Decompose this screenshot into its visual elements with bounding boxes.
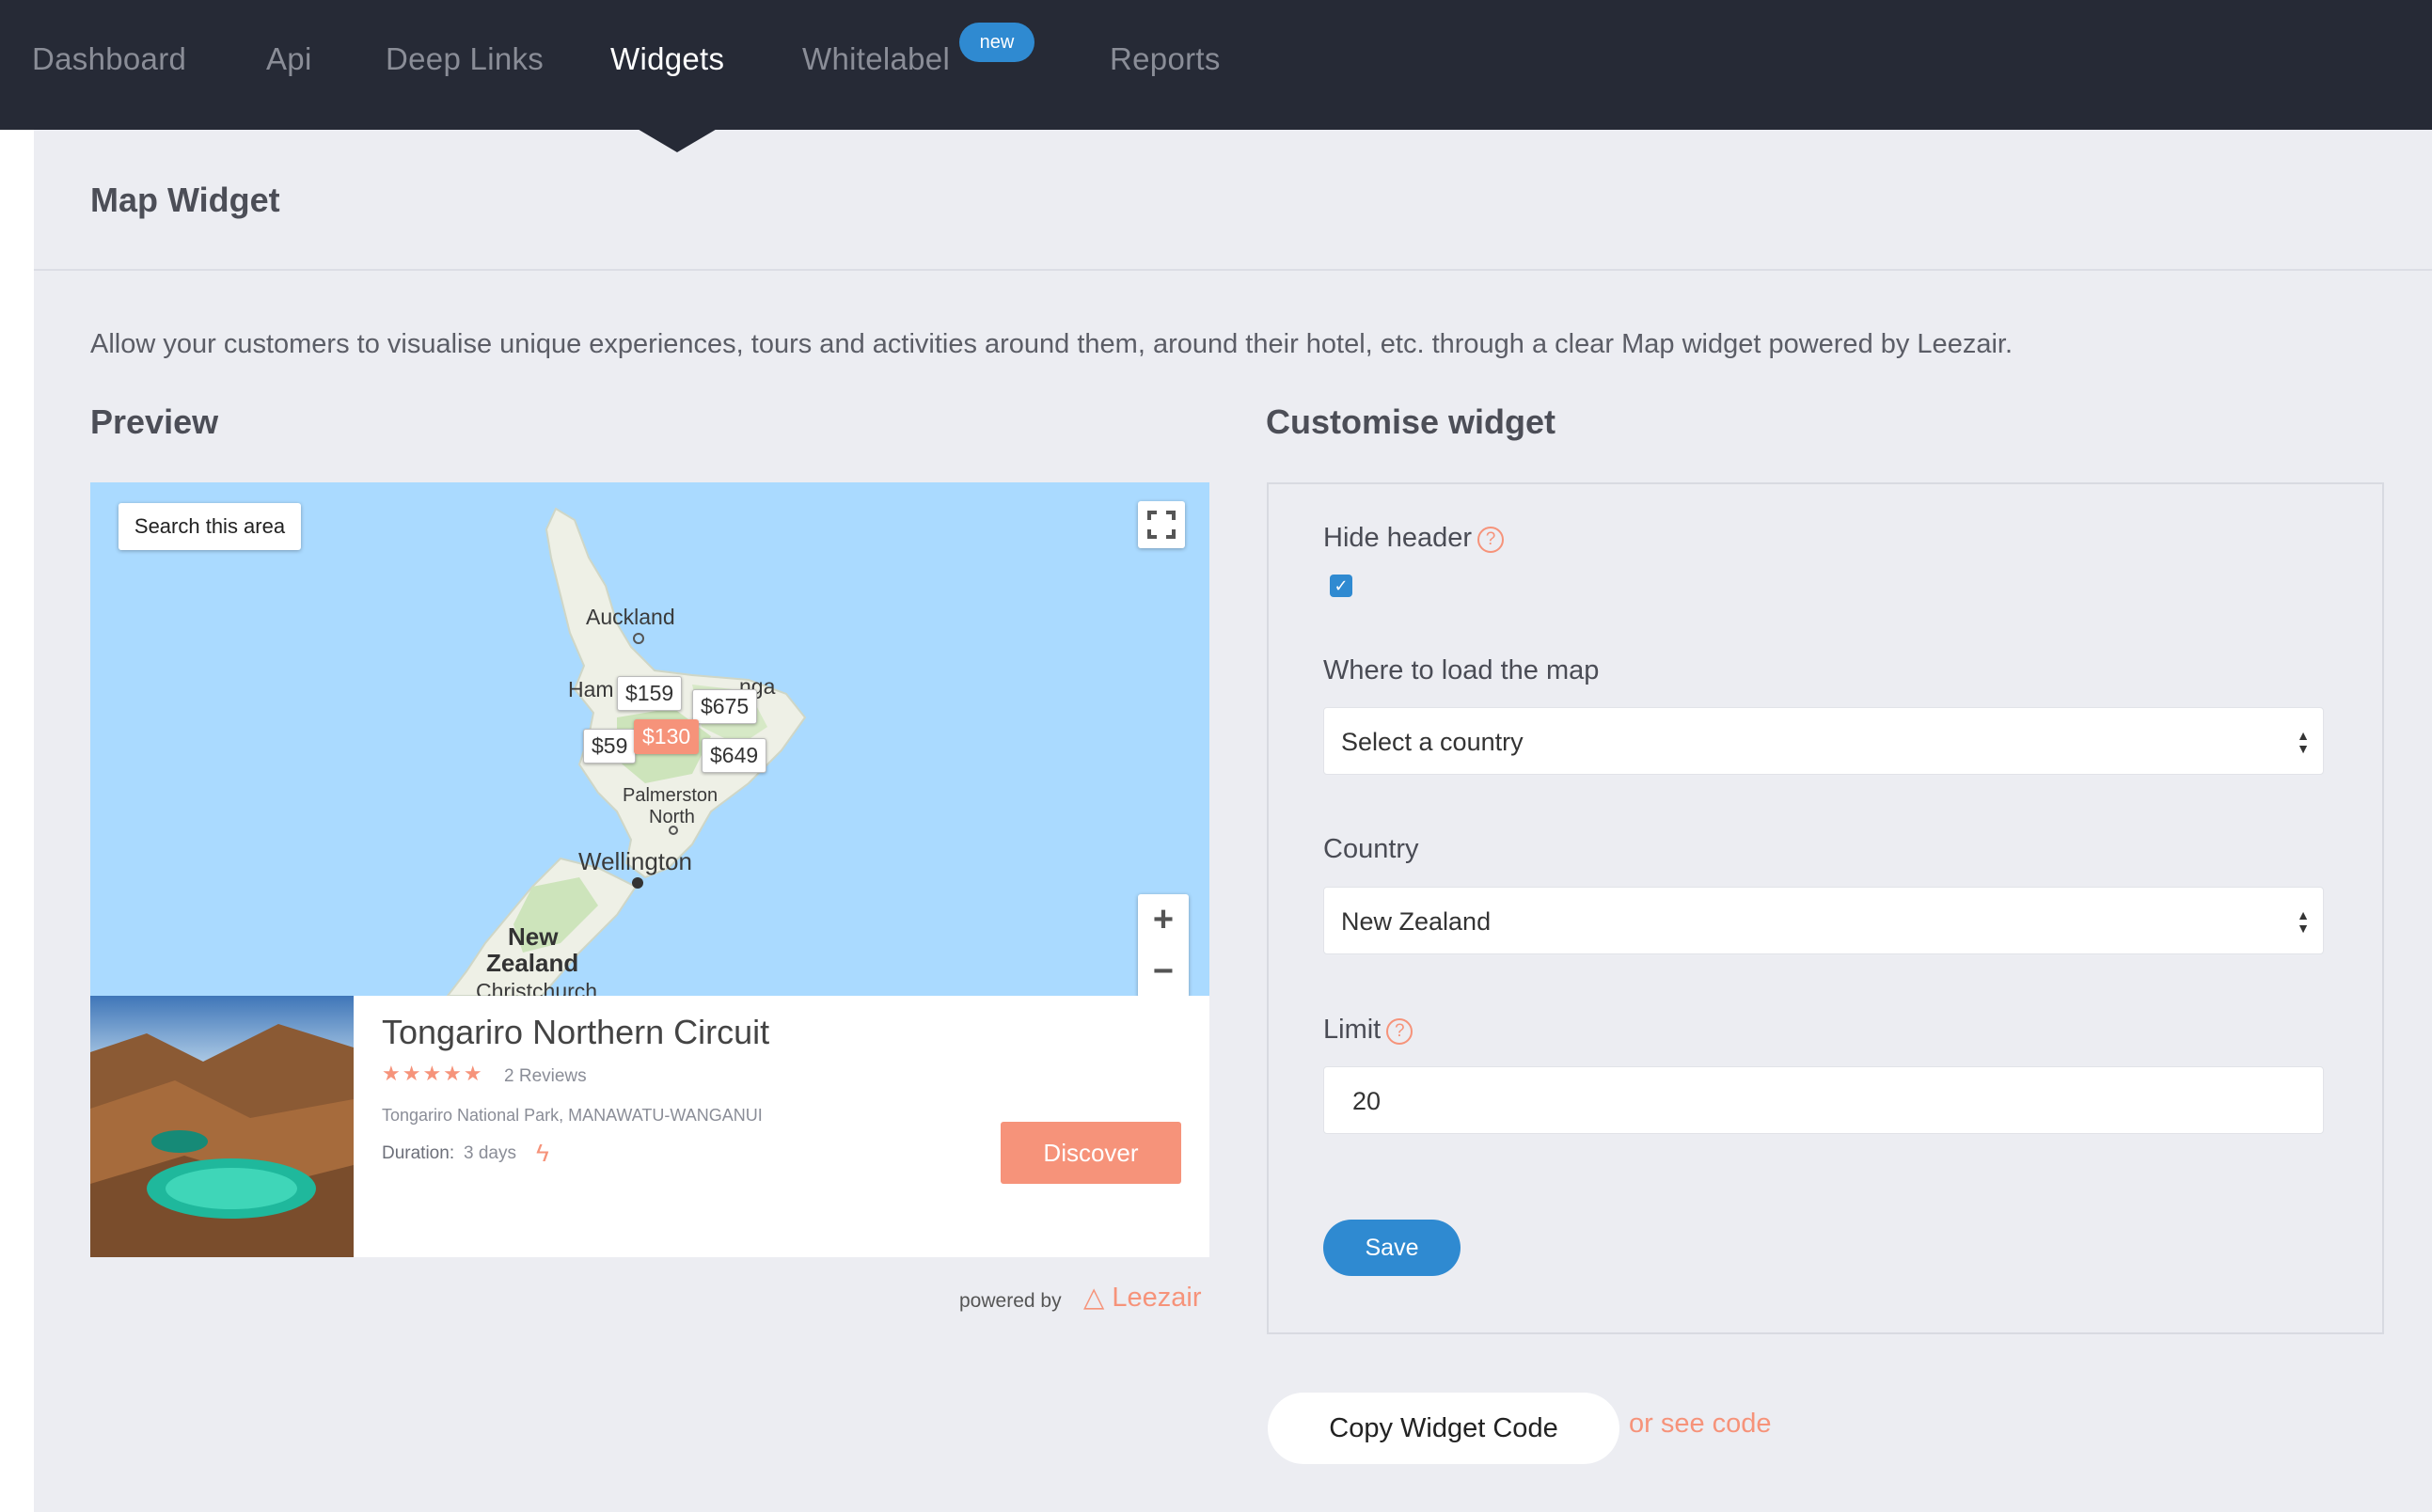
search-this-area-button[interactable]: Search this area xyxy=(118,503,301,550)
active-tab-pointer xyxy=(636,128,719,152)
select-arrows-icon: ▲ ▼ xyxy=(2297,907,2310,936)
limit-label: Limit? xyxy=(1323,1015,1413,1046)
map-city-label: Wellington xyxy=(578,847,692,875)
new-badge: new xyxy=(959,23,1034,62)
hide-header-text: Hide header xyxy=(1323,523,1472,553)
map-country-label: New xyxy=(508,922,559,951)
where-to-load-label: Where to load the map xyxy=(1323,655,1600,685)
hide-header-label: Hide header? xyxy=(1323,523,1504,554)
left-sidebar-strip xyxy=(0,130,34,1512)
save-button[interactable]: Save xyxy=(1323,1220,1461,1276)
duration-value: 3 days xyxy=(464,1143,516,1163)
leezair-logo[interactable]: △ Leezair xyxy=(1083,1281,1201,1314)
copy-widget-code-button[interactable]: Copy Widget Code xyxy=(1268,1393,1619,1464)
limit-input[interactable]: 20 xyxy=(1323,1066,2324,1134)
nav-reports[interactable]: Reports xyxy=(1110,41,1221,77)
select-arrows-icon: ▲ ▼ xyxy=(2297,728,2310,756)
zoom-in-button[interactable]: + xyxy=(1138,894,1189,946)
map-city-label: Auckland xyxy=(586,605,675,629)
top-navigation: Dashboard Api Deep Links Widgets Whitela… xyxy=(0,0,2432,130)
fullscreen-icon xyxy=(1147,511,1176,539)
activity-location: Tongariro National Park, MANAWATU-WANGAN… xyxy=(382,1106,763,1125)
activity-card[interactable]: Tongariro Northern Circuit ★★★★★ 2 Revie… xyxy=(90,996,1209,1257)
nav-deep-links[interactable]: Deep Links xyxy=(386,41,544,77)
price-marker[interactable]: $59 xyxy=(583,729,637,764)
fullscreen-button[interactable] xyxy=(1138,501,1185,548)
preview-heading: Preview xyxy=(90,402,219,441)
map-preview[interactable]: Auckland Ham nga Palmerston North Wellin… xyxy=(90,482,1209,996)
country-select[interactable]: New Zealand ▲ ▼ xyxy=(1323,887,2324,954)
rating-stars: ★★★★★ xyxy=(382,1062,484,1085)
see-code-link[interactable]: or see code xyxy=(1629,1409,1772,1440)
map-city-label: Palmerston xyxy=(623,785,719,806)
discover-button[interactable]: Discover xyxy=(1001,1122,1181,1184)
title-divider xyxy=(34,269,2432,271)
help-icon[interactable]: ? xyxy=(1386,1018,1413,1045)
customise-heading: Customise widget xyxy=(1266,402,1556,441)
limit-text: Limit xyxy=(1323,1015,1382,1045)
country-value: New Zealand xyxy=(1341,907,1492,936)
intro-text: Allow your customers to visualise unique… xyxy=(90,329,2014,359)
nav-dashboard[interactable]: Dashboard xyxy=(32,41,186,77)
map-city-label: North xyxy=(649,807,695,827)
map-city-label: Ham xyxy=(568,677,614,701)
zoom-out-button[interactable]: − xyxy=(1138,946,1189,996)
map-city-label: Christchurch xyxy=(476,979,598,996)
nav-whitelabel[interactable]: Whitelabel xyxy=(802,41,950,77)
duration-label: Duration: xyxy=(382,1143,455,1163)
zoom-controls: + − xyxy=(1138,894,1189,996)
map-country-label: Zealand xyxy=(486,949,579,977)
instant-confirm-bolt-icon: ϟ xyxy=(536,1139,549,1167)
price-marker-selected[interactable]: $130 xyxy=(634,719,700,754)
nav-api[interactable]: Api xyxy=(266,41,312,77)
activity-image xyxy=(90,996,354,1257)
activity-title[interactable]: Tongariro Northern Circuit xyxy=(382,1013,769,1052)
page-title: Map Widget xyxy=(90,181,280,219)
help-icon[interactable]: ? xyxy=(1477,527,1504,553)
price-marker[interactable]: $649 xyxy=(702,738,767,773)
hide-header-checkbox[interactable]: ✓ xyxy=(1330,575,1352,597)
powered-by-text: powered by xyxy=(959,1290,1062,1312)
price-marker[interactable]: $675 xyxy=(692,689,758,724)
price-marker[interactable]: $159 xyxy=(617,676,683,711)
where-to-load-select[interactable]: Select a country ▲ ▼ xyxy=(1323,707,2324,775)
country-label: Country xyxy=(1323,834,1419,864)
review-count: 2 Reviews xyxy=(504,1066,587,1086)
leezair-brand-text: Leezair xyxy=(1112,1283,1202,1313)
where-to-load-value: Select a country xyxy=(1341,728,1524,756)
nav-widgets[interactable]: Widgets xyxy=(610,41,724,77)
